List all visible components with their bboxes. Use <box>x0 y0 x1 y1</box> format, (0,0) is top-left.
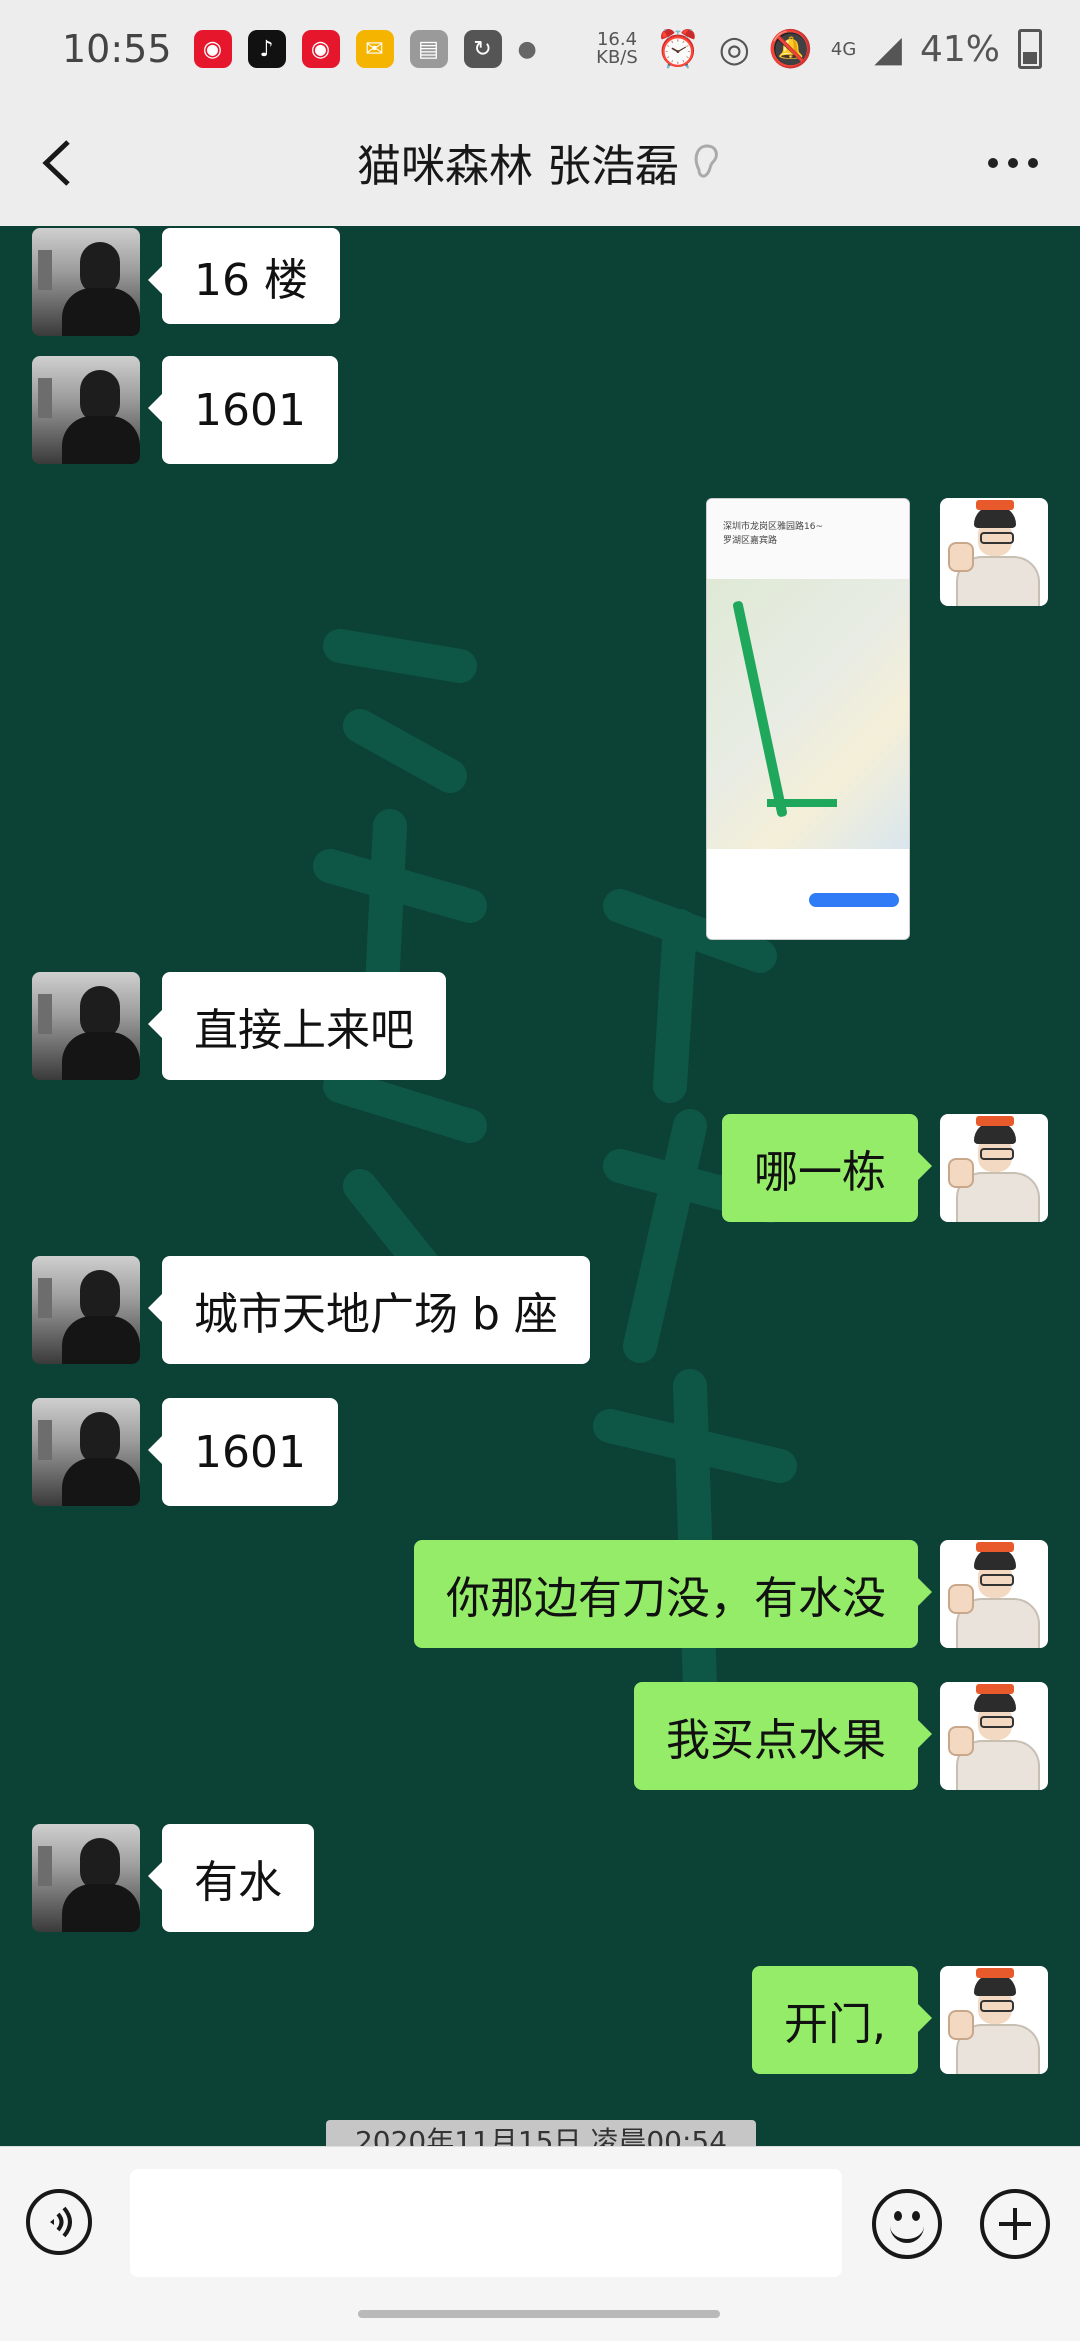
my-avatar[interactable] <box>940 498 1048 606</box>
message-bubble[interactable]: 1601 <box>148 356 338 464</box>
net-speed-unit: KB/S <box>596 47 638 68</box>
message-text: 1601 <box>194 1426 306 1478</box>
dot-icon <box>1008 158 1018 168</box>
tiktok-icon: ♪ <box>247 30 286 68</box>
background-watermark <box>300 606 500 1334</box>
my-avatar[interactable] <box>940 1114 1048 1222</box>
weibo-icon: ◉ <box>301 30 340 68</box>
image-message-map-screenshot[interactable]: 深圳市龙岗区雅园路16~ 罗湖区嘉宾路 <box>706 498 910 940</box>
message-input[interactable] <box>130 2169 842 2277</box>
message-row: 1601 <box>32 1398 360 1506</box>
back-button[interactable] <box>32 128 92 198</box>
message-text: 有水 <box>194 1857 282 1908</box>
document-icon: ▤ <box>409 30 448 68</box>
message-row: 你那边有刀没，有水没 <box>392 1540 1048 1648</box>
alarm-icon: ⏰ <box>655 29 701 70</box>
voice-icon <box>50 2206 72 2238</box>
message-text: 1601 <box>194 384 306 436</box>
message-row: 开门, <box>730 1966 1048 2074</box>
network-type: 4G <box>830 38 857 60</box>
message-text: 开门, <box>784 1999 886 2050</box>
contact-avatar[interactable] <box>32 1398 140 1506</box>
map-destination-text: 罗湖区嘉宾路 <box>723 536 778 546</box>
my-avatar[interactable] <box>940 1540 1048 1648</box>
emoji-eye <box>912 2211 920 2221</box>
dot-icon <box>988 158 998 168</box>
message-row: 哪一栋 <box>700 1114 1048 1222</box>
chat-header: 猫咪森林 张浩磊 <box>0 98 1080 227</box>
status-bar: 10:55 ◉ ♪ ◉ ✉ ▤ ↻ ● 16.4 KB/S ⏰ ◎ 🔕 4G ◢… <box>0 0 1080 98</box>
message-text: 16 楼 <box>194 255 308 306</box>
contact-avatar[interactable] <box>32 1824 140 1932</box>
home-indicator[interactable] <box>358 2310 720 2318</box>
message-bubble[interactable]: 开门, <box>752 1966 932 2074</box>
message-bubble[interactable]: 1601 <box>148 1398 338 1506</box>
message-text: 哪一栋 <box>754 1147 886 1198</box>
message-row: 城市天地广场 b 座 <box>32 1256 612 1364</box>
contact-avatar[interactable] <box>32 972 140 1080</box>
contact-avatar[interactable] <box>32 1256 140 1364</box>
mail-icon: ✉ <box>355 30 394 68</box>
message-text: 城市天地广场 b 座 <box>194 1289 558 1340</box>
voice-input-button[interactable] <box>26 2189 92 2255</box>
map-origin-text: 深圳市龙岗区雅园路16~ <box>723 522 823 532</box>
message-bubble[interactable]: 我买点水果 <box>634 1682 932 1790</box>
chat-title-text: 猫咪森林 张浩磊 <box>357 141 679 192</box>
message-bubble[interactable]: 直接上来吧 <box>148 972 446 1080</box>
emoji-button[interactable] <box>872 2189 942 2259</box>
my-avatar[interactable] <box>940 1682 1048 1790</box>
battery-percent: 41% <box>919 28 1000 70</box>
route-line <box>767 799 837 807</box>
more-actions-button[interactable] <box>980 2189 1050 2259</box>
message-bubble[interactable]: 有水 <box>148 1824 314 1932</box>
emoji-eye <box>894 2211 902 2221</box>
status-right: 16.4 KB/S ⏰ ◎ 🔕 4G ◢ 41% <box>596 0 1042 98</box>
message-text: 我买点水果 <box>666 1715 886 1766</box>
contact-avatar[interactable] <box>32 356 140 464</box>
message-row: 1601 <box>32 356 360 464</box>
hotspot-icon: ◎ <box>718 28 751 70</box>
back-arrow-icon <box>42 140 70 186</box>
chat-area[interactable]: 16 楼 1601 深圳市龙岗区雅园路16~ 罗湖区嘉宾路 直接上来吧 哪一栋 … <box>0 226 1080 2146</box>
mute-icon: 🔕 <box>768 29 813 70</box>
message-text: 直接上来吧 <box>194 1005 414 1056</box>
battery-icon <box>1018 29 1042 69</box>
brush-stroke-shape <box>313 629 487 1303</box>
app-icon: ↻ <box>463 30 502 68</box>
more-options-button[interactable] <box>978 138 1048 188</box>
message-bubble[interactable]: 哪一栋 <box>722 1114 932 1222</box>
weibo-icon: ◉ <box>193 30 232 68</box>
start-navigation-button <box>809 893 899 907</box>
emoji-mouth <box>890 2223 924 2243</box>
status-time: 10:55 <box>62 27 172 71</box>
message-row: 有水 <box>32 1824 336 1932</box>
net-speed: 16.4 KB/S <box>596 31 638 67</box>
signal-icon: ◢ <box>874 28 902 70</box>
message-row: 直接上来吧 <box>32 972 468 1080</box>
message-row: 我买点水果 <box>612 1682 1048 1790</box>
message-bubble[interactable]: 城市天地广场 b 座 <box>148 1256 590 1364</box>
message-bubble[interactable]: 你那边有刀没，有水没 <box>414 1540 932 1648</box>
my-avatar[interactable] <box>940 1966 1048 2074</box>
message-text: 你那边有刀没，有水没 <box>446 1573 886 1624</box>
chat-title: 猫咪森林 张浩磊 <box>357 130 723 194</box>
more-notifications-dot: ● <box>517 36 537 62</box>
message-row: 16 楼 <box>32 228 362 336</box>
contact-avatar[interactable] <box>32 228 140 336</box>
message-bubble[interactable]: 16 楼 <box>148 228 340 324</box>
message-row: 深圳市龙岗区雅园路16~ 罗湖区嘉宾路 <box>676 498 1048 940</box>
dot-icon <box>1028 158 1038 168</box>
notification-icons: ◉ ♪ ◉ ✉ ▤ ↻ ● <box>193 30 537 68</box>
earpiece-mode-icon <box>694 144 718 178</box>
